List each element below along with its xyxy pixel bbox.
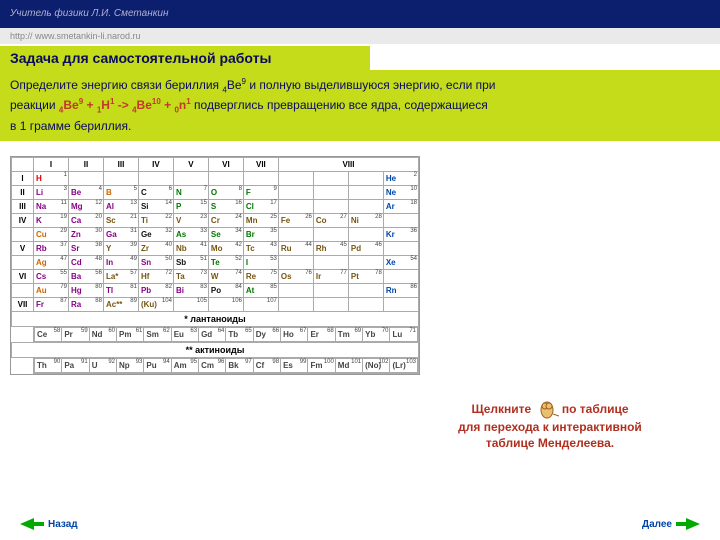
sup: 10 [152,97,161,106]
task-body: Определите энергию связи бериллия 4Be9 и… [0,70,720,141]
el: Be [227,78,242,92]
task-text: и полную выделившуюся энергию, если при [246,78,496,92]
header-url: http:// www.smetankin-li.narod.ru [0,28,720,44]
reaction: 4Be9 + 1H1 -> 4Be10 + 0n1 [59,98,191,112]
op: -> [114,98,132,112]
task-text: реакции [10,98,59,112]
task-text: в 1 грамме бериллия. [10,119,131,133]
task-text: подверглись превращению все ядра, содерж… [191,98,488,112]
mouse-icon [535,400,559,420]
el: Be [137,98,152,112]
arrow-left-icon [20,518,34,530]
header-teacher: Учитель физики Л.И. Сметанкин [0,0,720,28]
op: + [161,98,175,112]
hint-text: Щелкните [471,402,534,416]
el: Be [63,98,78,112]
back-label: Назад [48,519,78,530]
hint-text: для перехода к интерактивной [458,420,642,434]
task-title: Задача для самостоятельной работы [0,46,370,70]
op: + [83,98,97,112]
periodic-table[interactable]: IIIIIIIVVVIVIIVIIII1H2HeII3Li4Be5B6C7N8O… [10,156,420,375]
next-button[interactable]: Далее [642,518,700,530]
back-button[interactable]: Назад [20,518,78,530]
el: H [101,98,110,112]
hint-text: таблице Менделеева. [486,436,614,450]
click-hint: Щелкните по таблице для перехода к интер… [420,400,680,451]
hint-text: по таблице [559,402,629,416]
next-label: Далее [642,519,672,530]
task-text: Определите энергию связи бериллия [10,78,222,92]
arrow-right-icon [686,518,700,530]
